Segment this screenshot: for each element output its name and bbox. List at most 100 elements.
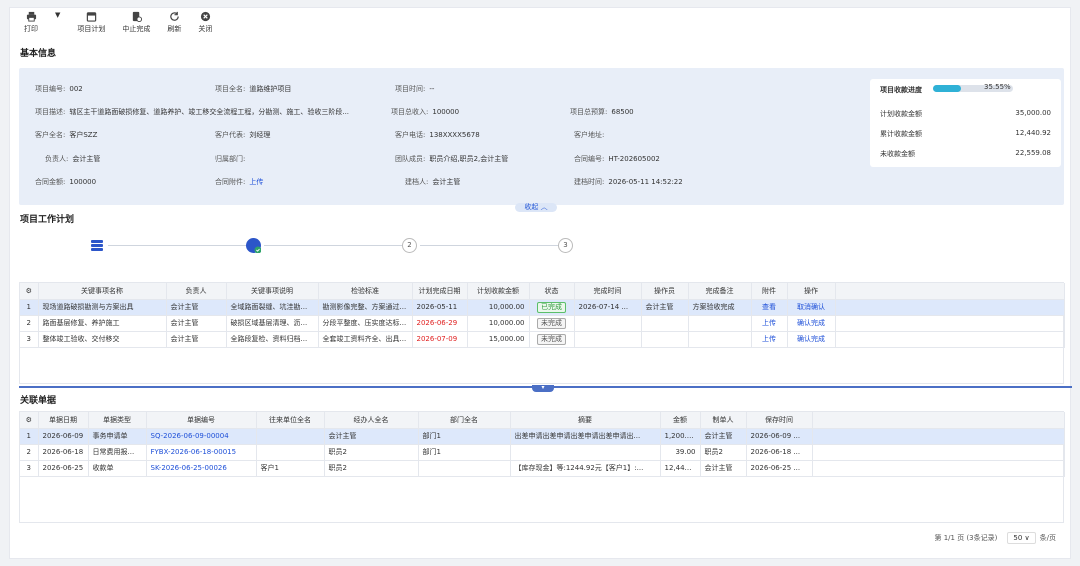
close-label: 关闭 (198, 25, 213, 33)
collection-progress-card: 项目收款进度 35.55% 计划收款金额 35,000.00 累计收款金额 12,4… (870, 79, 1061, 167)
calendar-icon (86, 12, 97, 22)
refresh-label: 刷新 (167, 25, 182, 33)
planned-amount-row: 计划收款金额 35,000.00 (880, 109, 1051, 118)
print-button[interactable]: 打印 (24, 11, 38, 34)
col-header: 附件 (751, 283, 788, 300)
table-row[interactable]: 2 路面基层修复、养护施工 会计主管 破损区域基层清理、沥... 分段平整度、压… (20, 315, 1065, 332)
project-name-field: 项目全名: 道路维护项目 (215, 85, 292, 93)
step-3[interactable]: 3 (558, 238, 573, 253)
col-header: 计划收款金额 (467, 283, 530, 300)
table-row[interactable]: 1 现场道路破损勘测与方案出具 会计主管 全域路面裂缝、坑洼勘... 勘测影像完… (20, 299, 1065, 316)
related-table-header: ⚙ 单据日期 单据类型 单据编号 往来单位全名 经办人全名 部门全名 摘要 金额… (20, 412, 1065, 429)
confirm-complete-link[interactable]: 确认完成 (787, 331, 836, 348)
col-header: 计划完成日期 (412, 283, 468, 300)
table-row[interactable]: 2 2026-06-18 日常费用报... FYBX-2026-06-18-00… (20, 444, 1065, 461)
col-header: 完成备注 (688, 283, 752, 300)
col-header: 部门全名 (418, 412, 511, 429)
confirm-complete-link[interactable]: 确认完成 (787, 315, 836, 332)
col-header: 制单人 (700, 412, 747, 429)
project-budget-field: 项目总预算: 68500 (570, 108, 634, 116)
col-header: 关键事项名称 (38, 283, 167, 300)
department-field: 归属部门: (215, 155, 246, 163)
close-icon (200, 11, 210, 22)
doc-number-link[interactable]: SK-2026-06-25-00026 (146, 460, 257, 477)
col-header: 检验标准 (318, 283, 413, 300)
col-header: 关键事项说明 (226, 283, 319, 300)
settings-icon[interactable]: ⚙ (20, 412, 39, 429)
col-header: 负责人 (166, 283, 227, 300)
document-stop-icon (132, 11, 142, 22)
col-header: 保存时间 (746, 412, 813, 429)
stop-complete-button[interactable]: 中止完成 (122, 11, 150, 34)
contract-attachment-field: 合同附件: 上传 (215, 178, 264, 186)
table-row[interactable]: 3 整体竣工验收、交付移交 会计主管 全路段复检、资料归档... 全套竣工资料齐… (20, 331, 1065, 348)
col-header: 摘要 (510, 412, 661, 429)
refresh-button[interactable]: 刷新 (167, 11, 181, 34)
progress-percent: 35.55% (984, 83, 1011, 91)
status-badge: 未完成 (537, 333, 566, 345)
col-header: 往来单位全名 (256, 412, 325, 429)
splitter-handle-icon[interactable]: ▾ (532, 385, 554, 392)
col-header: 单据日期 (38, 412, 89, 429)
project-code-field: 项目编号: 002 (35, 85, 83, 93)
print-label: 打印 (24, 25, 38, 33)
attachment-upload-link[interactable]: 上传 (249, 178, 263, 186)
refresh-icon (170, 11, 179, 21)
print-dropdown-icon[interactable]: ▼ (55, 11, 60, 19)
col-header: 状态 (529, 283, 575, 300)
step-connector (108, 245, 246, 246)
step-2[interactable]: 2 (402, 238, 417, 253)
toolbar: 打印 ▼ 项目计划 中止完成 刷新 关闭 (10, 11, 229, 45)
doc-number-link[interactable]: FYBX-2026-06-18-00015 (146, 444, 257, 461)
page-info: 第 1/1 页 (3条记录) (934, 534, 998, 542)
customer-address-field: 客户地址: (574, 131, 605, 139)
status-badge: 未完成 (537, 317, 566, 329)
page-size-unit: 条/页 (1039, 534, 1056, 542)
col-header-empty (812, 412, 1065, 429)
collapse-button[interactable]: 收起 ︿ (515, 203, 557, 212)
plan-table: ⚙ 关键事项名称 负责人 关键事项说明 检验标准 计划完成日期 计划收款金额 状… (19, 282, 1065, 384)
team-members-field: 团队成员: 职员介绍,职员2,会计主管 (395, 155, 509, 163)
step-connector (420, 245, 558, 246)
progress-fill (933, 85, 962, 92)
plan-list-icon[interactable] (90, 238, 104, 252)
close-button[interactable]: 关闭 (198, 11, 212, 34)
customer-rep-field: 客户代表: 刘经理 (215, 131, 271, 139)
customer-phone-field: 客户电话: 138XXXX5678 (395, 131, 480, 139)
basic-info-title: 基本信息 (20, 49, 57, 59)
plan-table-header: ⚙ 关键事项名称 负责人 关键事项说明 检验标准 计划完成日期 计划收款金额 状… (20, 283, 1065, 300)
basic-info-panel: 项目编号: 002 项目全名: 道路维护项目 项目时间: -- 项目描述: 辖区主干道路… (19, 68, 1064, 205)
progress-title: 项目收款进度 (880, 86, 922, 94)
contract-no-field: 合同编号: HT-202605002 (574, 155, 660, 163)
col-header: 操作 (787, 283, 836, 300)
plan-button[interactable]: 项目计划 (77, 11, 105, 34)
related-docs-title: 关联单据 (20, 396, 57, 406)
printer-icon (26, 11, 36, 22)
settings-icon[interactable]: ⚙ (20, 283, 39, 300)
upload-attachment-link[interactable]: 上传 (751, 315, 788, 332)
table-row[interactable]: 3 2026-06-25 收款单 SK-2026-06-25-00026 客户1… (20, 460, 1065, 477)
col-header: 经办人全名 (324, 412, 419, 429)
pagination: 第 1/1 页 (3条记录) 50 ∨ 条/页 (934, 532, 1056, 544)
page-size-select[interactable]: 50 ∨ (1007, 532, 1036, 544)
plan-label: 项目计划 (77, 25, 106, 33)
project-detail-page: 打印 ▼ 项目计划 中止完成 刷新 关闭 基本信息 项目编号: 002 项目全名:… (9, 7, 1072, 559)
creator-field: 建档人: 会计主管 (405, 178, 461, 186)
created-time-field: 建档时间: 2026-05-11 14:52:22 (574, 178, 683, 186)
step-1-done[interactable] (246, 238, 261, 253)
table-row[interactable]: 1 2026-06-09 事务申请单 SQ-2026-06-09-00004 会… (20, 428, 1065, 445)
upload-attachment-link[interactable]: 上传 (751, 331, 788, 348)
col-header: 完成时间 (574, 283, 642, 300)
plan-steps: 2 3 (10, 236, 1072, 262)
col-header-empty (835, 283, 1065, 300)
col-header: 操作员 (641, 283, 689, 300)
view-attachment-link[interactable]: 查看 (751, 299, 788, 316)
related-docs-table: ⚙ 单据日期 单据类型 单据编号 往来单位全名 经办人全名 部门全名 摘要 金额… (19, 411, 1065, 523)
col-header: 单据类型 (88, 412, 147, 429)
project-income-field: 项目总收入: 100000 (391, 108, 460, 116)
unreceived-amount-row: 未收款金额 22,559.08 (880, 149, 1051, 158)
project-time-field: 项目时间: -- (395, 85, 435, 93)
cancel-confirm-link[interactable]: 取消确认 (787, 299, 836, 316)
received-amount-row: 累计收款金额 12,440.92 (880, 129, 1051, 138)
doc-number-link[interactable]: SQ-2026-06-09-00004 (146, 428, 257, 445)
